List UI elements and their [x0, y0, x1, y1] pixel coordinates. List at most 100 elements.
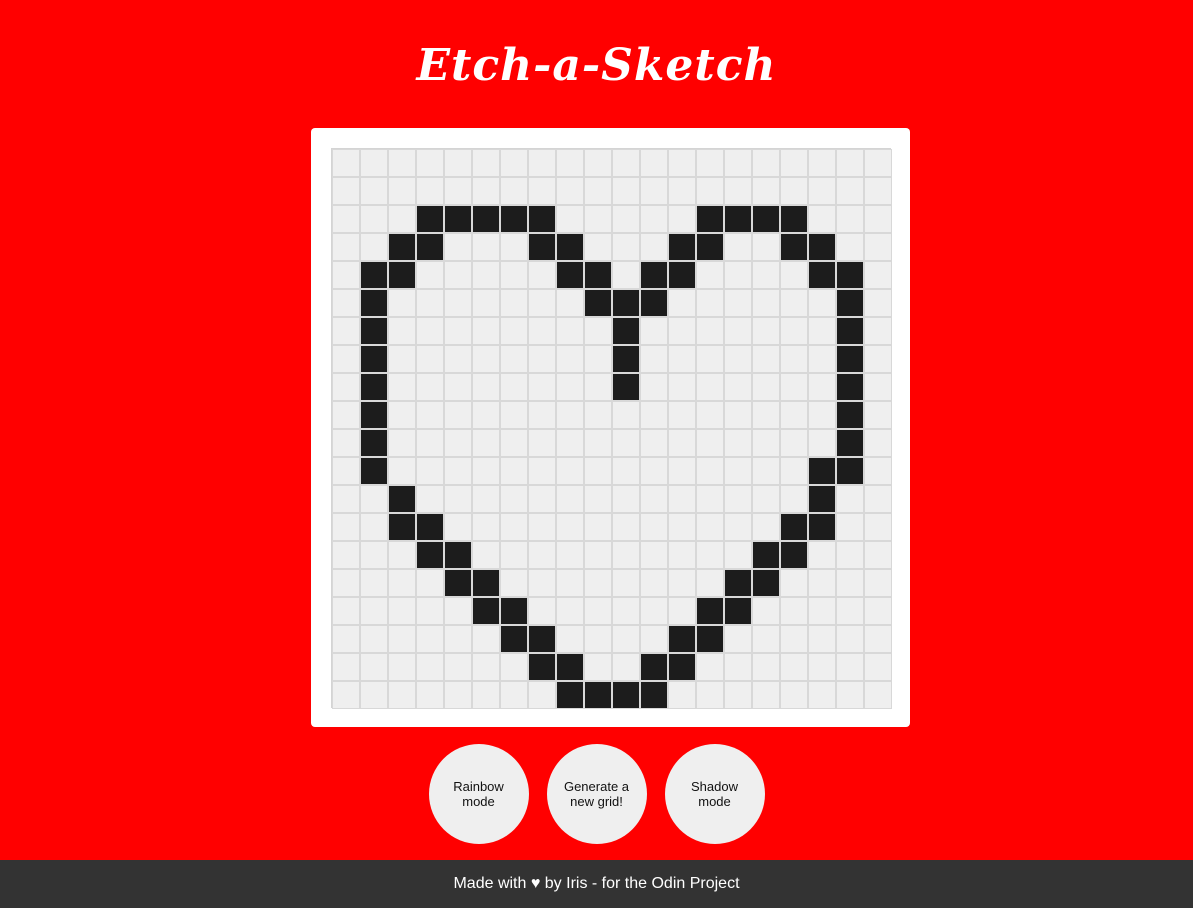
grid-cell[interactable]	[388, 597, 416, 625]
grid-cell[interactable]	[556, 457, 584, 485]
grid-cell[interactable]	[332, 625, 360, 653]
grid-cell[interactable]	[584, 317, 612, 345]
grid-cell[interactable]	[696, 149, 724, 177]
grid-cell[interactable]	[528, 597, 556, 625]
grid-cell[interactable]	[528, 401, 556, 429]
grid-cell[interactable]	[472, 345, 500, 373]
grid-cell[interactable]	[836, 345, 864, 373]
grid-cell[interactable]	[836, 149, 864, 177]
grid-cell[interactable]	[500, 457, 528, 485]
grid-cell[interactable]	[752, 205, 780, 233]
grid-cell[interactable]	[388, 457, 416, 485]
grid-cell[interactable]	[472, 457, 500, 485]
grid-cell[interactable]	[444, 569, 472, 597]
grid-cell[interactable]	[724, 513, 752, 541]
grid-cell[interactable]	[780, 261, 808, 289]
grid-cell[interactable]	[332, 289, 360, 317]
grid-cell[interactable]	[808, 541, 836, 569]
grid-cell[interactable]	[808, 233, 836, 261]
grid-cell[interactable]	[752, 653, 780, 681]
grid-cell[interactable]	[808, 513, 836, 541]
grid-cell[interactable]	[808, 373, 836, 401]
grid-cell[interactable]	[780, 317, 808, 345]
grid-cell[interactable]	[640, 233, 668, 261]
grid-cell[interactable]	[472, 261, 500, 289]
grid-cell[interactable]	[808, 569, 836, 597]
grid-cell[interactable]	[808, 345, 836, 373]
grid-cell[interactable]	[528, 653, 556, 681]
grid-cell[interactable]	[332, 317, 360, 345]
grid-cell[interactable]	[836, 597, 864, 625]
grid-cell[interactable]	[640, 457, 668, 485]
grid-cell[interactable]	[668, 261, 696, 289]
grid-cell[interactable]	[444, 205, 472, 233]
grid-cell[interactable]	[360, 541, 388, 569]
grid-cell[interactable]	[864, 373, 892, 401]
grid-cell[interactable]	[444, 625, 472, 653]
grid-cell[interactable]	[668, 317, 696, 345]
grid-cell[interactable]	[668, 429, 696, 457]
grid-cell[interactable]	[416, 345, 444, 373]
grid-cell[interactable]	[472, 513, 500, 541]
grid-cell[interactable]	[752, 401, 780, 429]
grid-cell[interactable]	[360, 401, 388, 429]
grid-cell[interactable]	[836, 541, 864, 569]
grid-cell[interactable]	[360, 289, 388, 317]
grid-cell[interactable]	[332, 541, 360, 569]
grid-cell[interactable]	[836, 457, 864, 485]
grid-cell[interactable]	[360, 569, 388, 597]
grid-cell[interactable]	[780, 597, 808, 625]
grid-cell[interactable]	[724, 681, 752, 709]
grid-cell[interactable]	[864, 401, 892, 429]
grid-cell[interactable]	[696, 569, 724, 597]
grid-cell[interactable]	[528, 681, 556, 709]
generate-grid-button[interactable]: Generate a new grid!	[546, 744, 647, 844]
grid-cell[interactable]	[444, 541, 472, 569]
grid-cell[interactable]	[360, 373, 388, 401]
grid-cell[interactable]	[416, 401, 444, 429]
grid-cell[interactable]	[472, 485, 500, 513]
grid-cell[interactable]	[388, 261, 416, 289]
grid-cell[interactable]	[500, 541, 528, 569]
grid-cell[interactable]	[444, 233, 472, 261]
grid-cell[interactable]	[556, 485, 584, 513]
grid-cell[interactable]	[332, 569, 360, 597]
grid-cell[interactable]	[500, 401, 528, 429]
grid-cell[interactable]	[612, 653, 640, 681]
grid-cell[interactable]	[696, 513, 724, 541]
grid-cell[interactable]	[808, 681, 836, 709]
grid-cell[interactable]	[528, 625, 556, 653]
grid-cell[interactable]	[808, 485, 836, 513]
grid-cell[interactable]	[556, 625, 584, 653]
grid-cell[interactable]	[528, 485, 556, 513]
grid-cell[interactable]	[752, 233, 780, 261]
grid-cell[interactable]	[416, 261, 444, 289]
grid-cell[interactable]	[528, 317, 556, 345]
grid-cell[interactable]	[332, 653, 360, 681]
grid-cell[interactable]	[864, 317, 892, 345]
grid-cell[interactable]	[780, 541, 808, 569]
grid-cell[interactable]	[640, 597, 668, 625]
grid-cell[interactable]	[668, 233, 696, 261]
grid-cell[interactable]	[360, 485, 388, 513]
grid-cell[interactable]	[612, 205, 640, 233]
grid-cell[interactable]	[836, 653, 864, 681]
grid-cell[interactable]	[696, 177, 724, 205]
grid-cell[interactable]	[696, 261, 724, 289]
grid-cell[interactable]	[640, 373, 668, 401]
grid-cell[interactable]	[864, 513, 892, 541]
grid-cell[interactable]	[584, 345, 612, 373]
grid-cell[interactable]	[724, 289, 752, 317]
grid-cell[interactable]	[668, 401, 696, 429]
grid-cell[interactable]	[584, 233, 612, 261]
grid-cell[interactable]	[472, 177, 500, 205]
grid-cell[interactable]	[864, 289, 892, 317]
grid-cell[interactable]	[360, 233, 388, 261]
grid-cell[interactable]	[668, 485, 696, 513]
grid-cell[interactable]	[472, 597, 500, 625]
grid-cell[interactable]	[388, 345, 416, 373]
grid-cell[interactable]	[780, 485, 808, 513]
grid-cell[interactable]	[360, 149, 388, 177]
grid-cell[interactable]	[360, 429, 388, 457]
grid-cell[interactable]	[724, 373, 752, 401]
